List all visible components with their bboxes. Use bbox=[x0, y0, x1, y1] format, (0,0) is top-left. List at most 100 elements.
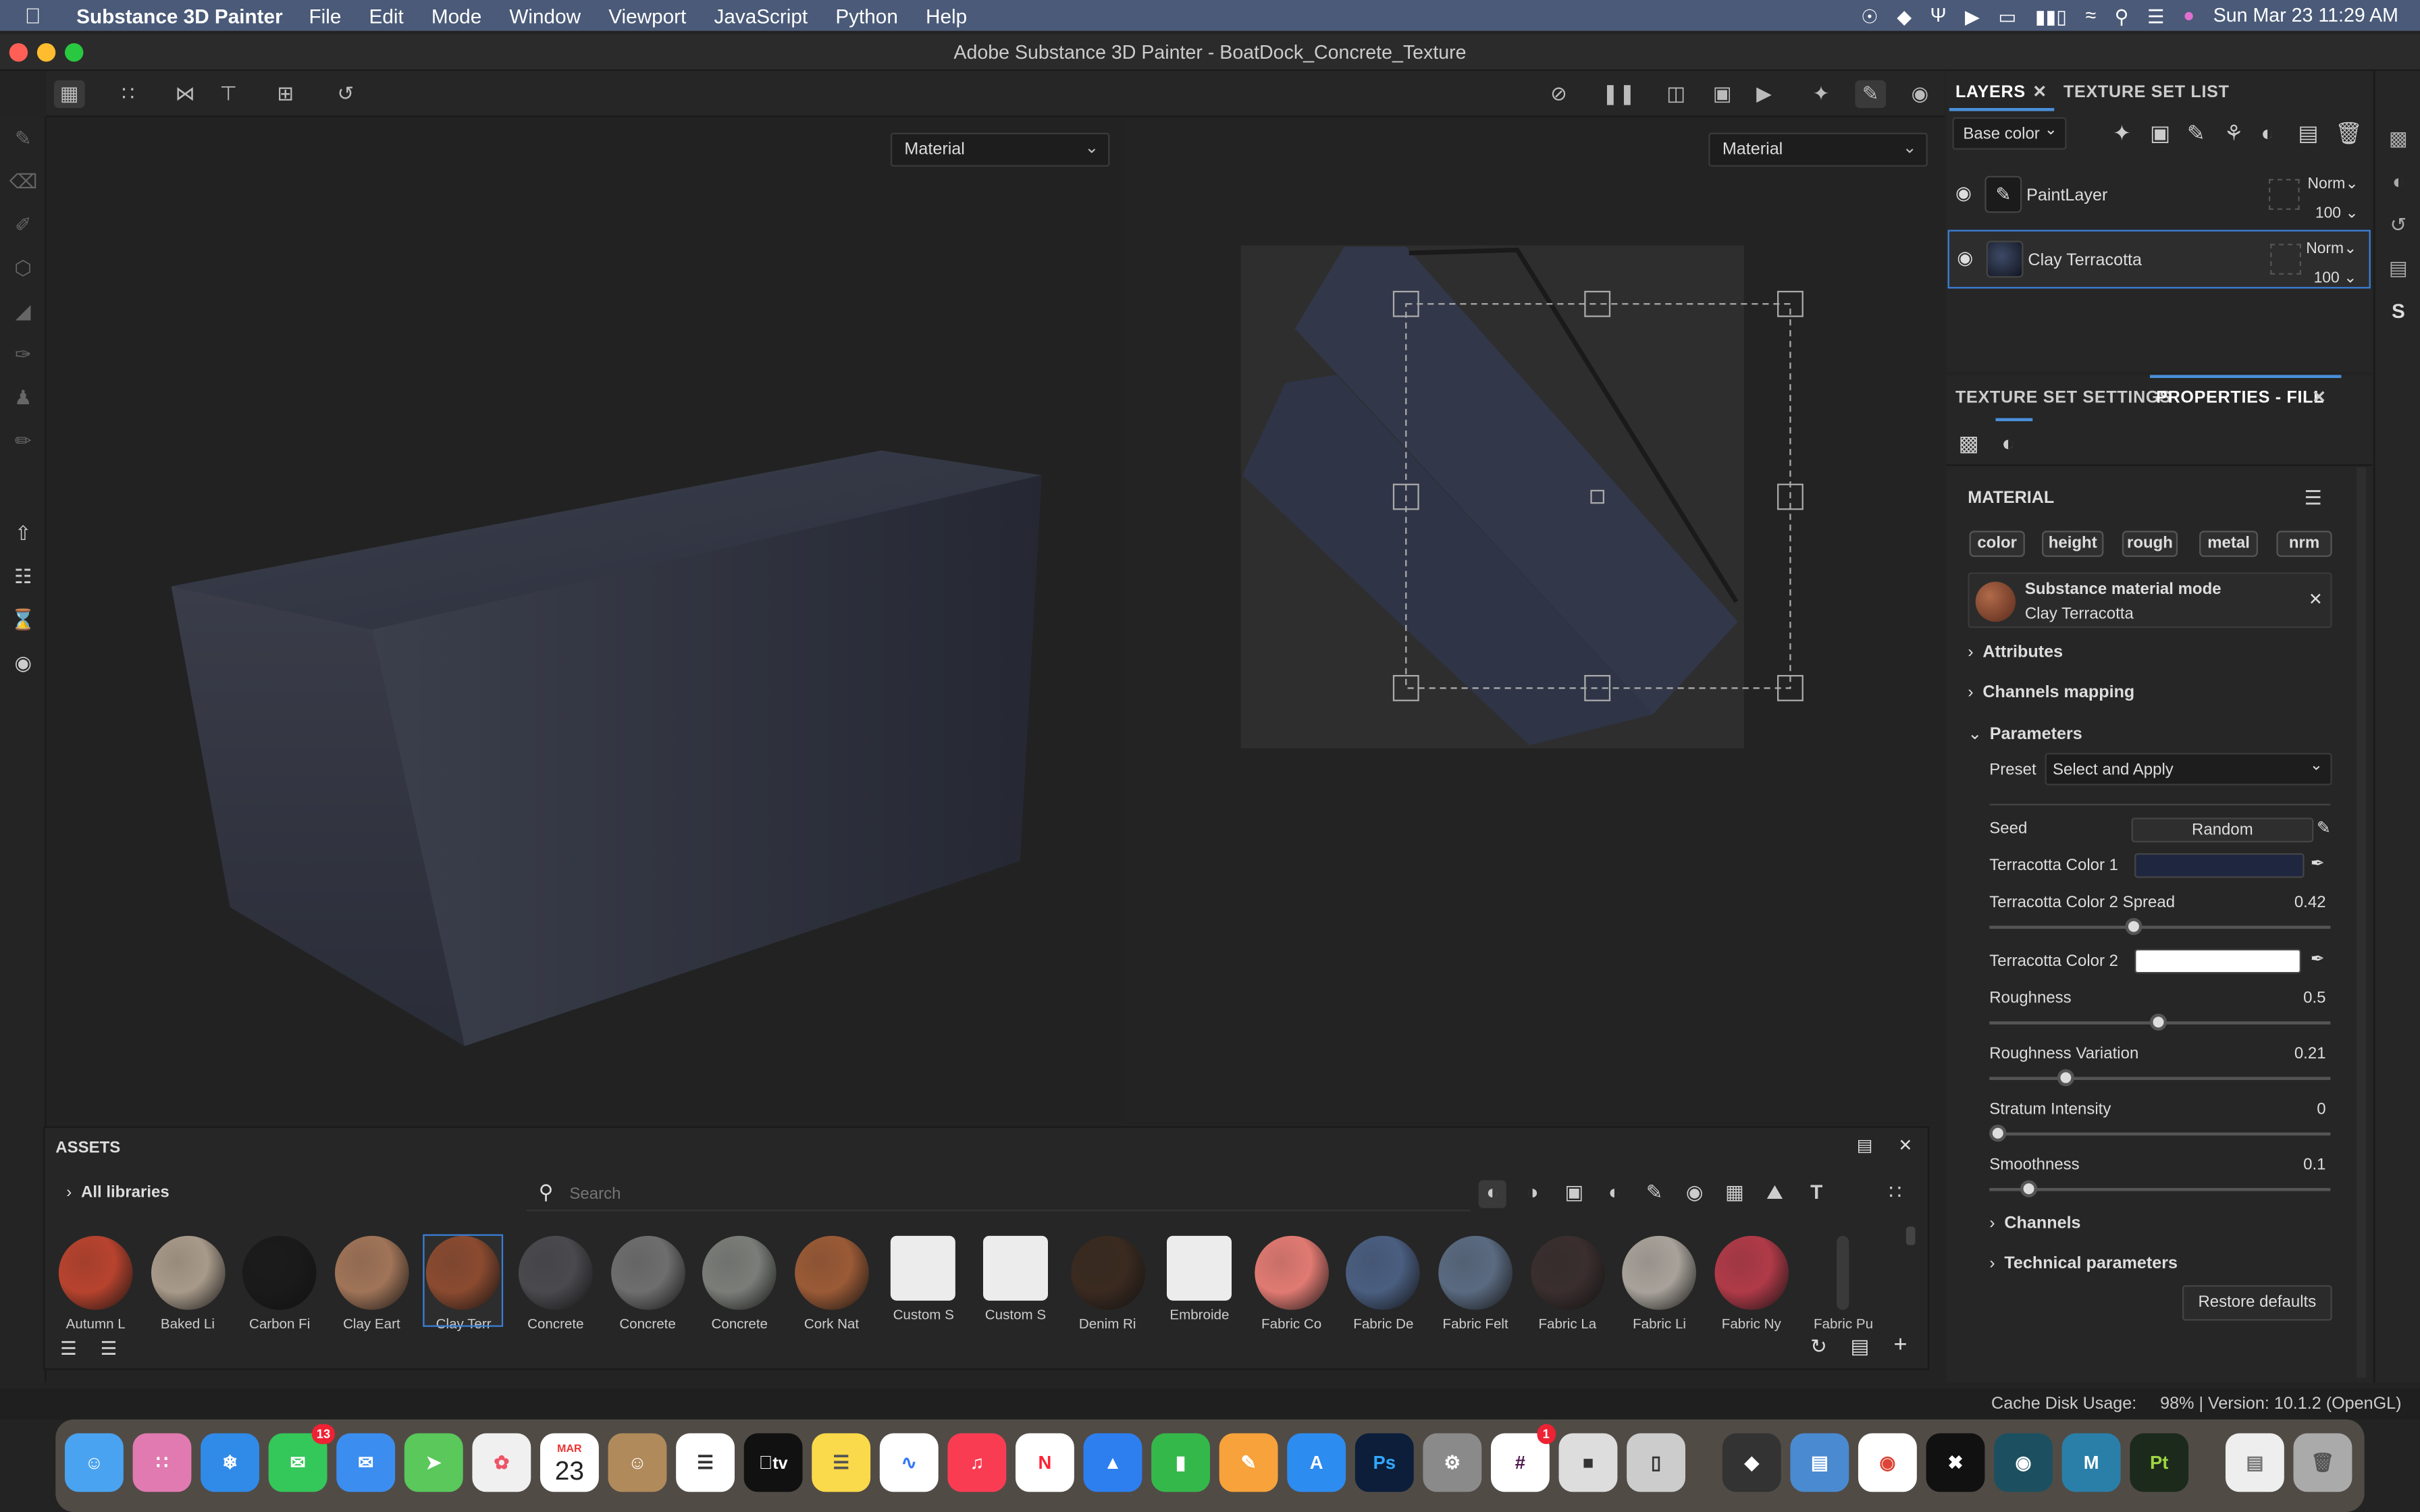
asset-item[interactable]: Denim Ri bbox=[1069, 1235, 1146, 1332]
layer-blend-mode[interactable]: Norm bbox=[2307, 176, 2345, 193]
add-frame-icon[interactable]: ⊞ bbox=[270, 80, 301, 108]
delete-layer-icon[interactable]: 🗑 bbox=[2335, 120, 2363, 146]
smoothness-slider-knob[interactable] bbox=[2020, 1180, 2038, 1197]
photos-icon[interactable]: ✿ bbox=[472, 1433, 531, 1492]
unity-icon[interactable]: ◆ bbox=[1722, 1433, 1781, 1492]
restore-defaults-button[interactable]: Restore defaults bbox=[2182, 1285, 2332, 1321]
music-icon[interactable]: ♫ bbox=[947, 1433, 1007, 1492]
maya-icon[interactable]: M bbox=[2061, 1433, 2121, 1492]
channel-tag-metal[interactable]: metal bbox=[2199, 531, 2258, 558]
asset-grid-scrollbar[interactable] bbox=[1905, 1226, 1916, 1245]
minimize-window-button[interactable] bbox=[36, 43, 56, 62]
camera-settings-icon[interactable]: ◉ bbox=[9, 651, 37, 679]
cube-status-icon[interactable]: ◆ bbox=[1897, 4, 1912, 27]
reminders-icon[interactable]: ☰ bbox=[676, 1433, 735, 1492]
bake-icon[interactable]: ☷ bbox=[9, 565, 37, 593]
close-icon[interactable]: ✕ bbox=[2309, 589, 2323, 609]
control-center-icon[interactable]: ☰ bbox=[2147, 4, 2165, 27]
pages-icon[interactable]: ✎ bbox=[1219, 1433, 1278, 1492]
substance-painter-icon[interactable]: Pt bbox=[2130, 1433, 2189, 1492]
add-folder-icon[interactable]: ▤ bbox=[2298, 120, 2318, 146]
fill-settings-icon[interactable]: ▩ bbox=[1959, 431, 1979, 457]
roughness-variation-slider-knob[interactable] bbox=[2057, 1069, 2074, 1087]
light-icon[interactable]: ✦ bbox=[1806, 80, 1837, 108]
asset-item[interactable]: Fabric La bbox=[1529, 1235, 1606, 1332]
viewport-2d-uv[interactable]: Material ⌄ bbox=[1128, 120, 1943, 1123]
mail-icon[interactable]: ✉ bbox=[336, 1433, 396, 1492]
trash-icon[interactable]: 🗑 bbox=[2293, 1433, 2352, 1492]
asset-item[interactable]: Fabric Felt bbox=[1437, 1235, 1514, 1332]
channel-tag-rough[interactable]: rough bbox=[2122, 531, 2178, 558]
visibility-eye-icon[interactable]: ◉ bbox=[1957, 247, 1973, 269]
asset-item[interactable]: Carbon Fi bbox=[241, 1235, 318, 1332]
display-icon[interactable]: ▭ bbox=[1998, 4, 2016, 27]
spread-slider-knob[interactable] bbox=[2125, 917, 2142, 936]
keynote-icon[interactable]: ▲ bbox=[1083, 1433, 1142, 1492]
roughness-slider-knob[interactable] bbox=[2149, 1013, 2167, 1031]
asset-item[interactable]: Concrete bbox=[517, 1235, 594, 1332]
document-icon[interactable]: ▤ bbox=[2225, 1433, 2284, 1492]
filter-smart-materials-icon[interactable]: ◑ bbox=[1519, 1181, 1546, 1208]
add-asset-icon[interactable]: + bbox=[1894, 1332, 1908, 1358]
picker-tool-icon[interactable]: ✏ bbox=[9, 429, 37, 456]
safari-icon[interactable]: ❄ bbox=[201, 1433, 259, 1492]
menu-javascript[interactable]: JavaScript bbox=[700, 4, 822, 27]
news-icon[interactable]: N bbox=[1015, 1433, 1074, 1492]
channel-tag-nrm[interactable]: nrm bbox=[2276, 531, 2332, 558]
projection-tool-icon[interactable]: ✐ bbox=[9, 213, 37, 240]
add-paint-layer-icon[interactable]: ✎ bbox=[2187, 120, 2205, 146]
creative-cloud-icon[interactable]: ☉ bbox=[1861, 4, 1878, 27]
roughness-slider[interactable] bbox=[1989, 1013, 2331, 1031]
apple-icon[interactable]:  bbox=[0, 3, 55, 28]
channel-tag-height[interactable]: height bbox=[2041, 531, 2104, 558]
maximize-window-button[interactable] bbox=[64, 43, 84, 62]
maps-icon[interactable]: ➤ bbox=[404, 1433, 463, 1492]
clone-tool-icon[interactable]: ♟ bbox=[9, 385, 37, 413]
shader-settings-icon[interactable]: ◐ bbox=[2384, 169, 2412, 197]
paint-brush-icon[interactable]: ✎ bbox=[1855, 80, 1887, 108]
menu-file[interactable]: File bbox=[295, 4, 355, 27]
smudge-tool-icon[interactable]: ✑ bbox=[9, 342, 37, 370]
layer-blend-opacity[interactable]: Norm⌄ 100 ⌄ bbox=[2306, 234, 2357, 293]
log-panel-icon[interactable]: ▤ bbox=[2384, 256, 2412, 284]
grid-options-icon[interactable]: ∷ bbox=[113, 80, 144, 108]
tab-texture-set-settings[interactable]: TEXTURE SET SETTINGS bbox=[1955, 389, 2172, 407]
asset-item[interactable]: Fabric Pu bbox=[1805, 1235, 1882, 1332]
add-mask-icon[interactable]: ▣ bbox=[2150, 120, 2170, 146]
stratum-intensity-value[interactable]: 0 bbox=[2317, 1100, 2325, 1118]
asset-item[interactable]: Fabric Co bbox=[1253, 1235, 1330, 1332]
tab-texture-set-list[interactable]: TEXTURE SET LIST bbox=[2063, 83, 2230, 101]
stratum-intensity-slider[interactable] bbox=[1989, 1125, 2331, 1142]
calendar-icon[interactable]: MAR 23 bbox=[540, 1433, 599, 1492]
history-panel-icon[interactable]: ↺ bbox=[2384, 213, 2412, 240]
smoothness-value[interactable]: 0.1 bbox=[2303, 1156, 2325, 1174]
display-settings-icon[interactable]: ▩ bbox=[2384, 126, 2412, 154]
chrome-icon[interactable]: ◉ bbox=[1858, 1433, 1917, 1492]
asset-item[interactable]: Clay Terr bbox=[423, 1234, 504, 1332]
menu-app-name[interactable]: Substance 3D Painter bbox=[55, 4, 295, 27]
terracotta-color1-swatch[interactable] bbox=[2134, 853, 2305, 878]
substance-share-icon[interactable]: S bbox=[2384, 299, 2412, 327]
messages-icon[interactable]: ✉ 13 bbox=[268, 1424, 335, 1492]
history-icon[interactable]: ↺ bbox=[330, 80, 361, 108]
color-picker-icon[interactable]: ✒ bbox=[2311, 853, 2325, 873]
material-menu-icon[interactable]: ☰ bbox=[2305, 486, 2323, 511]
viewport-3d[interactable]: Material ⌄ bbox=[47, 120, 1124, 1123]
brush-tool-icon[interactable]: ✎ bbox=[9, 126, 37, 154]
terracotta-color2-swatch[interactable] bbox=[2134, 948, 2301, 974]
fork-icon[interactable]: Ψ bbox=[1930, 5, 1947, 26]
menu-python[interactable]: Python bbox=[822, 4, 912, 27]
asset-filter-view-icon[interactable]: ☰ bbox=[101, 1338, 117, 1359]
asset-item[interactable]: Custom S bbox=[977, 1235, 1054, 1326]
timeline-icon[interactable]: ⌛ bbox=[9, 608, 37, 636]
slack-icon[interactable]: # 1 bbox=[1490, 1424, 1556, 1492]
close-properties-tab-icon[interactable]: ✕ bbox=[2312, 387, 2327, 407]
layer-opacity[interactable]: 100 bbox=[2314, 270, 2340, 287]
wifi-icon[interactable]: ≈ bbox=[2085, 5, 2096, 26]
spread-slider[interactable] bbox=[1989, 917, 2331, 936]
color-picker-icon[interactable]: ✒ bbox=[2311, 949, 2325, 969]
layer-blend-opacity[interactable]: Norm⌄ 100 ⌄ bbox=[2307, 169, 2358, 228]
spread-value[interactable]: 0.42 bbox=[2294, 893, 2326, 911]
split-view-icon[interactable]: ◫ bbox=[1660, 80, 1691, 108]
roughness-variation-value[interactable]: 0.21 bbox=[2294, 1044, 2326, 1062]
